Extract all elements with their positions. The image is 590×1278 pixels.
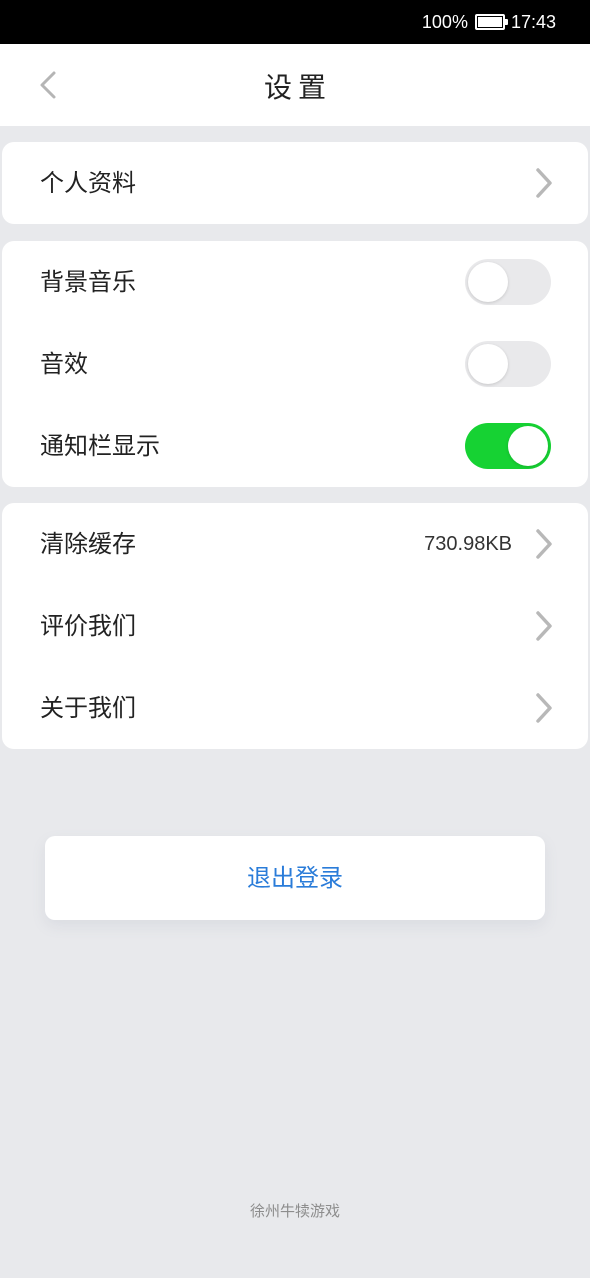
toggle-row-background-music: 背景音乐 [2,241,588,323]
toggle-knob [468,344,508,384]
toggle-row-notification-bar: 通知栏显示 [2,405,588,487]
toggle-knob [468,262,508,302]
nav-bar: 设置 [0,44,590,126]
clear-cache-label: 清除缓存 [40,530,136,558]
page-title: 设置 [263,71,332,104]
battery-icon [474,14,508,30]
logout-button[interactable]: 退出登录 [45,836,545,920]
background-music-toggle[interactable] [465,259,551,305]
misc-card: 清除缓存 730.98KB 评价我们 关于我们 [2,503,588,749]
profile-label: 个人资料 [40,169,136,197]
cache-size-value: 730.98KB [424,533,512,555]
chevron-right-icon [536,693,552,723]
sound-effects-toggle[interactable] [465,341,551,387]
profile-row[interactable]: 个人资料 [2,142,588,224]
chevron-right-icon [536,529,552,559]
sound-effects-label: 音效 [40,350,88,378]
chevron-right-icon [536,611,552,641]
battery-percent: 100% [421,11,468,32]
notification-bar-label: 通知栏显示 [40,432,160,460]
about-us-label: 关于我们 [40,694,136,722]
rate-us-row[interactable]: 评价我们 [2,585,588,667]
toggles-card: 背景音乐 音效 通知栏显示 [2,241,588,487]
clock-time: 17:43 [510,11,556,32]
background-music-label: 背景音乐 [40,268,136,296]
toggle-knob [508,426,548,466]
footer-company-name: 徐州牛犊游戏 [249,1202,340,1220]
chevron-right-icon [536,168,552,198]
status-bar: 100% 17:43 [0,0,590,44]
rate-us-label: 评价我们 [40,612,136,640]
notification-bar-toggle[interactable] [465,423,551,469]
about-us-row[interactable]: 关于我们 [2,667,588,749]
toggle-row-sound-effects: 音效 [2,323,588,405]
battery-level-fill [477,17,502,27]
clear-cache-row[interactable]: 清除缓存 730.98KB [2,503,588,585]
profile-card: 个人资料 [2,142,588,224]
